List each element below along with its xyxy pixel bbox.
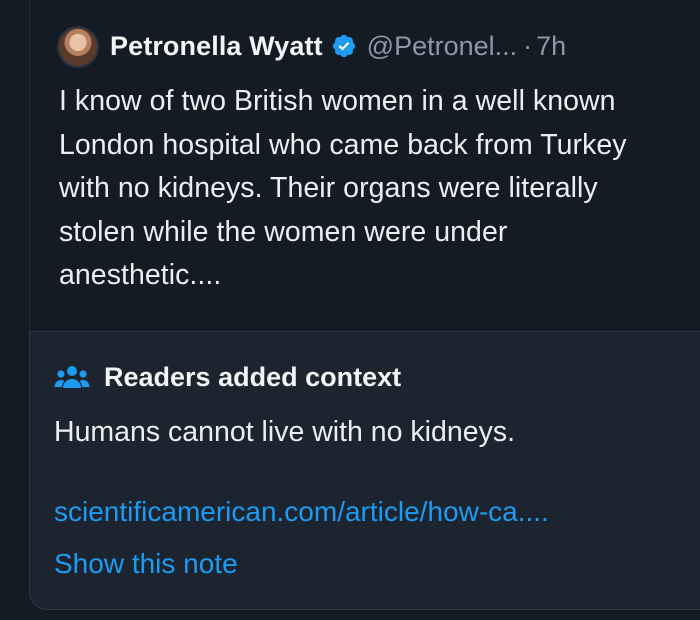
separator-dot: · bbox=[523, 30, 533, 61]
show-note-link[interactable]: Show this note bbox=[54, 548, 238, 580]
community-note[interactable]: Readers added context Humans cannot live… bbox=[29, 332, 700, 610]
tweet-text: I know of two British women in a well kn… bbox=[59, 85, 627, 291]
note-body: Humans cannot live with no kidneys. bbox=[54, 416, 515, 448]
author-name[interactable]: Petronella Wyatt bbox=[110, 31, 323, 62]
tweet-card[interactable]: Petronella Wyatt @Petronel... · 7h I kno… bbox=[0, 0, 700, 620]
note-header: Readers added context bbox=[54, 362, 401, 393]
people-icon bbox=[54, 364, 90, 392]
author-handle[interactable]: @Petronel... bbox=[367, 31, 517, 62]
tweet[interactable]: Petronella Wyatt @Petronel... · 7h I kno… bbox=[0, 0, 700, 332]
avatar[interactable] bbox=[57, 26, 99, 68]
screen: Petronella Wyatt @Petronel... · 7h I kno… bbox=[0, 0, 700, 620]
note-title: Readers added context bbox=[104, 362, 402, 392]
verified-badge-icon[interactable] bbox=[331, 33, 357, 59]
tweet-header: Petronella Wyatt @Petronel... · 7h bbox=[110, 26, 566, 66]
source-link[interactable]: scientificamerican.com/article/how-ca...… bbox=[54, 496, 549, 528]
card-border bbox=[29, 0, 30, 332]
timestamp[interactable]: 7h bbox=[536, 31, 566, 62]
